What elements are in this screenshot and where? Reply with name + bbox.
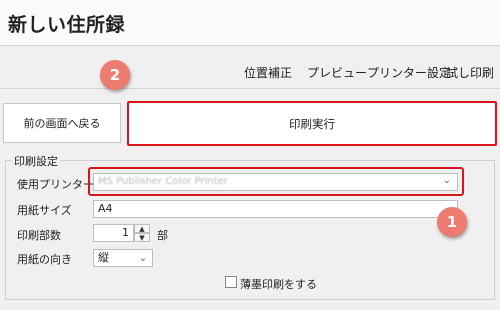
back-button-label: 前の画面へ戻る bbox=[23, 117, 101, 130]
menu-bar: 位置補正 プレビュー プリンター設定 試し印刷 bbox=[0, 58, 500, 86]
annotation-badge-2: 2 bbox=[100, 60, 130, 90]
menu-item-preview[interactable]: プレビュー bbox=[307, 64, 367, 81]
annotation-badge-1: 1 bbox=[437, 207, 467, 237]
chevron-down-icon: ⌄ bbox=[138, 253, 147, 264]
copies-input[interactable]: 1 bbox=[93, 224, 134, 242]
back-button[interactable]: 前の画面へ戻る bbox=[3, 103, 121, 143]
printer-highlight-frame bbox=[88, 167, 464, 196]
divider bbox=[0, 88, 500, 89]
orientation-label: 用紙の向き bbox=[17, 253, 72, 266]
print-button-label: 印刷実行 bbox=[289, 116, 335, 131]
print-settings-legend: 印刷設定 bbox=[12, 153, 60, 169]
window-title: 新しい住所録 bbox=[8, 14, 126, 36]
copies-label: 印刷部数 bbox=[17, 229, 61, 242]
menu-item-printer-settings[interactable]: プリンター設定 bbox=[367, 64, 451, 81]
menu-item-position-correction[interactable]: 位置補正 bbox=[244, 64, 292, 81]
copies-unit: 部 bbox=[157, 229, 168, 242]
paper-size-field[interactable]: A4 bbox=[93, 200, 458, 218]
divider bbox=[0, 45, 500, 46]
print-button[interactable]: 印刷実行 bbox=[127, 101, 497, 146]
spin-up-icon[interactable]: ▲ bbox=[134, 224, 150, 233]
orientation-select-value: 縦 bbox=[98, 251, 109, 264]
menu-item-test-print[interactable]: 試し印刷 bbox=[446, 64, 494, 81]
draft-print-label[interactable]: 薄墨印刷をする bbox=[240, 276, 317, 292]
printer-label: 使用プリンター bbox=[17, 178, 94, 191]
draft-print-checkbox[interactable] bbox=[225, 276, 237, 288]
title-bar: 新しい住所録 bbox=[0, 0, 500, 45]
spin-down-icon[interactable]: ▼ bbox=[134, 233, 150, 242]
paper-size-label: 用紙サイズ bbox=[17, 204, 72, 217]
orientation-select[interactable]: 縦 ⌄ bbox=[93, 249, 153, 267]
